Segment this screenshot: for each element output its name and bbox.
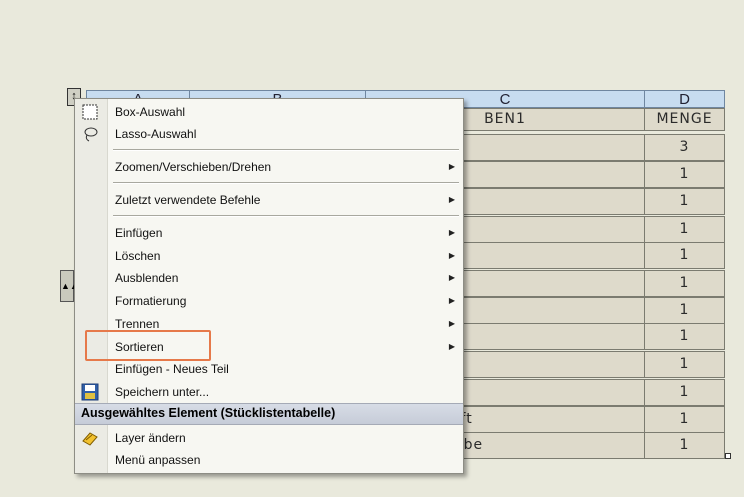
table-cell-d[interactable]: 1 bbox=[644, 406, 725, 433]
menu-separator bbox=[113, 215, 459, 217]
submenu-arrow-icon: ▶ bbox=[448, 273, 455, 282]
table-cell-d[interactable]: 1 bbox=[644, 270, 725, 297]
save-as-icon bbox=[81, 383, 99, 401]
submenu-arrow-icon: ▶ bbox=[448, 195, 455, 204]
table-cell-d[interactable]: 1 bbox=[644, 323, 725, 350]
menu-item-lasso-select[interactable]: Lasso-Auswahl bbox=[75, 123, 463, 145]
menu-item-label: Menü anpassen bbox=[115, 453, 201, 467]
menu-item-label: Einfügen - Neues Teil bbox=[115, 362, 229, 376]
table-cell-d[interactable]: 1 bbox=[644, 297, 725, 324]
table-cell-d[interactable]: 1 bbox=[644, 216, 725, 243]
menu-item-formatting[interactable]: Formatierung ▶ bbox=[75, 290, 463, 312]
table-resize-grip[interactable] bbox=[725, 453, 731, 459]
context-menu: Box-Auswahl Lasso-Auswahl Zoomen/Verschi… bbox=[74, 98, 464, 474]
menu-item-label: Löschen bbox=[115, 249, 161, 263]
submenu-arrow-icon: ▶ bbox=[448, 162, 455, 171]
row-resize-handle[interactable]: ▲▲▲ bbox=[60, 270, 88, 302]
menu-item-label: Einfügen bbox=[115, 226, 163, 240]
menu-separator bbox=[113, 182, 459, 184]
title-cell-d[interactable]: MENGE bbox=[644, 108, 725, 131]
menu-item-label: Zoomen/Verschieben/Drehen bbox=[115, 160, 272, 174]
menu-item-label: Lasso-Auswahl bbox=[115, 127, 197, 141]
menu-item-label: Box-Auswahl bbox=[115, 105, 186, 119]
submenu-arrow-icon: ▶ bbox=[448, 342, 455, 351]
section-header-label: Ausgewähltes Element (Stücklistentabelle… bbox=[81, 406, 336, 420]
submenu-arrow-icon: ▶ bbox=[448, 319, 455, 328]
menu-item-save-as[interactable]: Speichern unter... bbox=[75, 381, 463, 403]
menu-separator bbox=[113, 149, 459, 151]
menu-item-label: Formatierung bbox=[115, 294, 187, 308]
submenu-arrow-icon: ▶ bbox=[448, 251, 455, 260]
menu-item-box-select[interactable]: Box-Auswahl bbox=[75, 101, 463, 123]
column-header-d[interactable]: D bbox=[644, 90, 725, 108]
submenu-arrow-icon: ▶ bbox=[448, 228, 455, 237]
menu-item-label: Zuletzt verwendete Befehle bbox=[115, 193, 261, 207]
menu-item-delete[interactable]: Löschen ▶ bbox=[75, 245, 463, 267]
menu-item-zoom-pan-rotate[interactable]: Zoomen/Verschieben/Drehen ▶ bbox=[75, 156, 463, 178]
table-cell-d[interactable]: 1 bbox=[644, 432, 725, 459]
menu-item-change-layer[interactable]: Layer ändern bbox=[75, 427, 463, 449]
table-cell-d[interactable]: 1 bbox=[644, 351, 725, 378]
menu-item-label: Ausblenden bbox=[115, 271, 179, 285]
menu-item-label: Speichern unter... bbox=[115, 385, 210, 399]
table-cell-d[interactable]: 1 bbox=[644, 161, 725, 188]
menu-item-hide[interactable]: Ausblenden ▶ bbox=[75, 267, 463, 289]
menu-item-label: Layer ändern bbox=[115, 431, 186, 445]
lasso-icon bbox=[81, 125, 99, 143]
menu-item-insert[interactable]: Einfügen ▶ bbox=[75, 222, 463, 244]
table-cell-d[interactable]: 1 bbox=[644, 188, 725, 215]
menu-item-customize-menu[interactable]: Menü anpassen bbox=[75, 449, 463, 471]
menu-section-header: Ausgewähltes Element (Stücklistentabelle… bbox=[75, 403, 463, 425]
layer-icon bbox=[81, 429, 99, 447]
sort-highlight-box bbox=[85, 330, 211, 361]
menu-item-recent-commands[interactable]: Zuletzt verwendete Befehle ▶ bbox=[75, 189, 463, 211]
box-select-icon bbox=[81, 103, 99, 121]
submenu-arrow-icon: ▶ bbox=[448, 296, 455, 305]
table-cell-d[interactable]: 1 bbox=[644, 242, 725, 269]
table-cell-d[interactable]: 3 bbox=[644, 134, 725, 161]
table-cell-d[interactable]: 1 bbox=[644, 379, 725, 406]
menu-item-insert-new-part[interactable]: Einfügen - Neues Teil bbox=[75, 358, 463, 380]
